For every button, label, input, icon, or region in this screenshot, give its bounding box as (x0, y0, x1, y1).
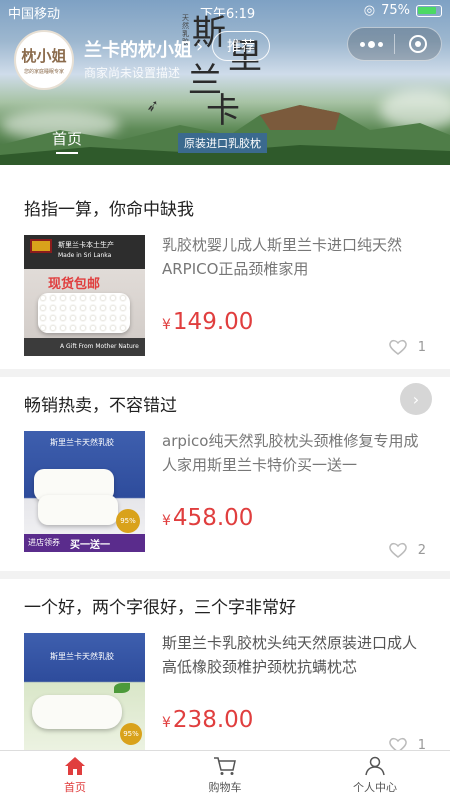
target-icon (409, 35, 427, 53)
like-count: 2 (417, 542, 426, 558)
scroll-right-button[interactable]: › (400, 383, 432, 415)
section-divider (0, 571, 450, 579)
currency-symbol: ¥ (162, 317, 171, 333)
badge-seal: 95% (120, 723, 142, 745)
miniprogram-capsule (347, 27, 442, 61)
section-title: 一个好，两个字很好，三个字非常好 (24, 598, 296, 618)
image-text: 斯里兰卡天然乳胶 (50, 652, 114, 661)
image-promo-text: 买一送一 (70, 540, 110, 551)
tabbar-label: 首页 (64, 781, 86, 794)
product-section: 一个好，两个字很好，三个字非常好 斯里兰卡天然乳胶 95% 斯里兰卡乳胶枕头纯天… (0, 579, 450, 750)
heart-icon (388, 339, 407, 355)
battery-icon (416, 4, 442, 17)
currency-symbol: ¥ (162, 513, 171, 529)
product-section: 掐指一算，你命中缺我 斯里兰卡本土生产 Made in Sri Lanka 现货… (0, 165, 450, 369)
bottom-tabbar: 首页 购物车 个人中心 (0, 750, 450, 800)
more-dots-icon (359, 41, 365, 47)
price-value: 238.00 (172, 707, 254, 733)
heart-icon (388, 737, 407, 750)
badge-seal: 95% (116, 509, 140, 533)
image-text: 进店领券 (28, 538, 60, 547)
home-icon (65, 757, 85, 775)
image-text: 斯里兰卡本土生产 (58, 241, 114, 249)
pillow-graphic (32, 695, 122, 729)
pillow-graphic (38, 495, 118, 525)
image-promo-text: 现货包邮 (48, 277, 101, 292)
product-card[interactable]: 斯里兰卡天然乳胶 95% 斯里兰卡乳胶枕头纯天然原装进口成人高低橡胶颈椎护颈枕抗… (0, 619, 450, 750)
tabbar-item-cart[interactable]: 购物车 (150, 751, 300, 800)
product-image[interactable]: 斯里兰卡天然乳胶 95% 进店领券 买一送一 (24, 431, 145, 552)
product-price: ¥238.00 (162, 707, 253, 733)
image-text: 斯里兰卡天然乳胶 (50, 438, 114, 447)
flag-icon (30, 239, 52, 253)
product-image[interactable]: 斯里兰卡天然乳胶 95% (24, 633, 145, 750)
product-image[interactable]: 斯里兰卡本土生产 Made in Sri Lanka 现货包邮 A Gift F… (24, 235, 145, 356)
like-count: 1 (417, 737, 426, 751)
tabbar-label: 购物车 (208, 781, 242, 794)
pillow-graphic (38, 293, 130, 333)
more-dots-icon (377, 41, 383, 47)
product-price: ¥458.00 (162, 505, 253, 531)
product-title[interactable]: 斯里兰卡乳胶枕头纯天然原装进口成人高低橡胶颈椎护颈枕抗螨枕芯 (162, 631, 427, 679)
close-miniprogram-button[interactable] (395, 28, 441, 60)
currency-symbol: ¥ (162, 715, 171, 731)
more-menu-button[interactable] (348, 28, 394, 60)
heart-icon (388, 542, 407, 558)
product-card[interactable]: 斯里兰卡天然乳胶 95% 进店领券 买一送一 arpico纯天然乳胶枕头颈椎修复… (0, 417, 450, 571)
chevron-right-icon[interactable]: › (196, 36, 203, 57)
price-value: 458.00 (172, 505, 254, 531)
like-count: 1 (417, 339, 426, 355)
carrier-label: 中国移动 (8, 7, 61, 22)
logo-text: 枕小姐 (21, 47, 67, 65)
section-divider (0, 369, 450, 377)
shop-description: 商家尚未设置描述 (84, 66, 181, 80)
product-section: 畅销热卖，不容错过 › 斯里兰卡天然乳胶 95% 进店领券 买一送一 arpic… (0, 377, 450, 571)
shop-name[interactable]: 兰卡的枕小姐 (84, 36, 192, 62)
shop-banner: 中国移动 下午6:19 ◎ 75% 天然乳胶 斯 里 兰 卡 ➶ 原装进口乳胶枕… (0, 0, 450, 165)
tabbar-item-home[interactable]: 首页 (0, 751, 150, 800)
recommend-button[interactable]: 推荐 (212, 31, 270, 61)
product-card[interactable]: 斯里兰卡本土生产 Made in Sri Lanka 现货包邮 A Gift F… (0, 221, 450, 369)
logo-subtext: 您的家庭睡眠专家 (23, 69, 64, 75)
section-title: 畅销热卖，不容错过 (24, 396, 177, 416)
product-title[interactable]: 乳胶枕婴儿成人斯里兰卡进口纯天然ARPICO正品颈椎家用 (162, 233, 427, 281)
section-title: 掐指一算，你命中缺我 (24, 200, 194, 220)
image-text: Made in Sri Lanka (58, 252, 112, 259)
tab-home-indicator (56, 152, 78, 154)
shop-logo[interactable]: 枕小姐 您的家庭睡眠专家 (14, 30, 74, 90)
poster-char-4: 卡 (206, 91, 240, 131)
tabbar-item-profile[interactable]: 个人中心 (300, 751, 450, 800)
poster-tag: 原装进口乳胶枕 (178, 133, 267, 153)
battery-percent: 75% (381, 3, 410, 18)
product-price: ¥149.00 (162, 309, 253, 335)
like-control[interactable]: 1 (388, 736, 426, 750)
like-control[interactable]: 1 (388, 338, 426, 356)
price-value: 149.00 (172, 309, 254, 335)
feed[interactable]: 掐指一算，你命中缺我 斯里兰卡本土生产 Made in Sri Lanka 现货… (0, 165, 450, 750)
cart-icon (214, 757, 236, 775)
user-icon (365, 756, 385, 776)
image-text: A Gift From Mother Nature (60, 343, 139, 350)
like-control[interactable]: 2 (388, 541, 426, 559)
product-title[interactable]: arpico纯天然乳胶枕头颈椎修复专用成人家用斯里兰卡特价买一送一 (162, 429, 427, 477)
tabbar-label: 个人中心 (353, 781, 397, 794)
location-icon: ◎ (363, 3, 376, 18)
leaf-icon (114, 683, 130, 693)
tab-home[interactable]: 首页 (52, 128, 82, 149)
status-right: ◎ 75% (364, 3, 442, 18)
more-dots-icon (367, 40, 375, 48)
